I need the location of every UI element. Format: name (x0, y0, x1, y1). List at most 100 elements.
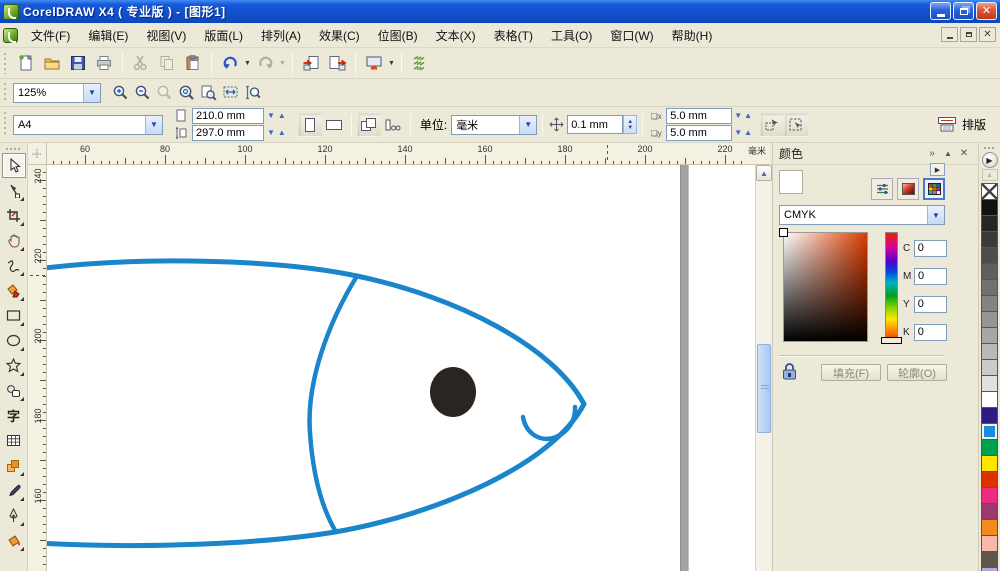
nudge-spinner[interactable]: ▲▼ (623, 115, 637, 134)
color-picker-marker[interactable] (779, 228, 788, 237)
channel-k-field[interactable]: 0 (914, 324, 947, 341)
palette-swatch[interactable] (981, 279, 998, 296)
doc-minimize-button[interactable] (941, 27, 958, 42)
combo-dropdown-icon[interactable]: ▼ (83, 84, 100, 102)
palette-swatch[interactable] (981, 567, 998, 571)
zoom-level-combo[interactable]: 125% ▼ (13, 83, 101, 103)
doc-close-button[interactable]: ✕ (979, 27, 996, 42)
zoom-to-page-height-button[interactable] (241, 82, 263, 104)
palette-swatch[interactable] (981, 391, 998, 408)
close-button[interactable]: ✕ (976, 2, 997, 20)
zoom-to-selection-button[interactable] (153, 82, 175, 104)
spin-up-icon[interactable]: ▲ (744, 129, 752, 137)
channel-m-field[interactable]: 0 (914, 268, 947, 285)
palette-swatch[interactable] (981, 375, 998, 392)
tool-blend-button[interactable] (2, 453, 26, 478)
docker-collapse-icon[interactable]: ▲ (940, 146, 956, 162)
palette-swatch[interactable] (981, 247, 998, 264)
horizontal-ruler[interactable]: 毫米 6080100120140160180200220 (47, 143, 770, 165)
palette-swatch[interactable] (981, 263, 998, 280)
spin-down-icon[interactable]: ▼ (267, 129, 275, 137)
palette-swatch[interactable] (981, 311, 998, 328)
doc-restore-button[interactable] (960, 27, 977, 42)
tool-basic-shapes-button[interactable] (2, 378, 26, 403)
launcher-dropdown-arrow[interactable]: ▼ (387, 52, 396, 74)
fill-button[interactable]: 填充(F) (821, 364, 881, 381)
toolbar-grip[interactable] (2, 83, 9, 102)
current-page-button[interactable] (381, 113, 405, 137)
palette-swatch[interactable] (981, 359, 998, 376)
combo-dropdown-icon[interactable]: ▼ (519, 116, 536, 134)
palette-swatch[interactable] (981, 215, 998, 232)
color-sliders-button[interactable] (871, 178, 893, 200)
zoom-to-page-button[interactable] (197, 82, 219, 104)
spin-up-icon[interactable]: ▲ (744, 112, 752, 120)
menu-effects[interactable]: 效果(C) (310, 24, 369, 47)
tool-table-button[interactable] (2, 428, 26, 453)
palette-swatch[interactable] (981, 407, 998, 424)
toolbar-grip[interactable] (2, 53, 9, 74)
document-icon[interactable] (3, 28, 18, 43)
outline-button[interactable]: 轮廓(O) (887, 364, 947, 381)
palette-swatch[interactable] (981, 535, 998, 552)
restore-button[interactable] (953, 2, 974, 20)
palette-swatch[interactable] (981, 503, 998, 520)
palette-swatch[interactable] (981, 455, 998, 472)
palette-swatch[interactable] (981, 231, 998, 248)
palette-swatch[interactable] (981, 295, 998, 312)
palette-swatch[interactable] (981, 471, 998, 488)
menu-edit[interactable]: 编辑(E) (79, 24, 137, 47)
application-launcher-button[interactable] (361, 50, 387, 76)
landscape-orientation-button[interactable] (322, 113, 346, 137)
no-color-swatch[interactable] (981, 183, 998, 200)
tool-freehand-button[interactable] (2, 253, 26, 278)
tool-rectangle-button[interactable] (2, 303, 26, 328)
menu-table[interactable]: 表格(T) (485, 24, 542, 47)
open-button[interactable] (39, 50, 65, 76)
menu-text[interactable]: 文本(X) (427, 24, 485, 47)
drawing-canvas[interactable] (47, 165, 755, 571)
toolbox-grip[interactable] (6, 145, 21, 153)
palette-swatch[interactable] (981, 439, 998, 456)
hue-slider-handle[interactable] (881, 337, 902, 344)
palette-grip[interactable] (984, 145, 995, 150)
palette-flyout-button[interactable]: ▶ (982, 152, 998, 168)
fish-gill-curve[interactable] (310, 276, 357, 532)
tool-eyedropper-button[interactable] (2, 478, 26, 503)
print-button[interactable] (91, 50, 117, 76)
layout-toolbar-button[interactable]: 排版 (931, 114, 992, 135)
vertical-scrollbar[interactable]: ▲ (755, 165, 771, 571)
spin-down-icon[interactable]: ▼ (734, 112, 742, 120)
undo-button[interactable] (217, 50, 243, 76)
copy-button[interactable] (154, 50, 180, 76)
menu-help[interactable]: 帮助(H) (663, 24, 722, 47)
palette-swatch[interactable] (981, 343, 998, 360)
docker-flyout-button[interactable]: ▶ (930, 163, 945, 176)
tool-smart-fill-button[interactable] (2, 278, 26, 303)
export-button[interactable] (324, 50, 350, 76)
docker-close-icon[interactable]: ✕ (956, 146, 972, 162)
menu-tools[interactable]: 工具(O) (542, 24, 601, 47)
palette-swatch[interactable] (981, 327, 998, 344)
palette-swatch-selected[interactable] (981, 423, 998, 440)
duplicate-x-field[interactable]: 5.0 mm (666, 108, 732, 124)
paper-height-field[interactable]: 297.0 mm (192, 125, 264, 141)
color-palette-button[interactable] (923, 178, 945, 200)
menu-layout[interactable]: 版面(L) (195, 24, 252, 47)
paper-width-field[interactable]: 210.0 mm (192, 108, 264, 124)
docker-chevrons-icon[interactable]: » (924, 146, 940, 162)
zoom-to-page-width-button[interactable] (219, 82, 241, 104)
hue-slider[interactable] (885, 232, 898, 342)
tool-shape-button[interactable] (2, 178, 26, 203)
palette-scroll-up-button[interactable]: ▲ (982, 169, 998, 181)
channel-c-field[interactable]: 0 (914, 240, 947, 257)
redo-button[interactable] (252, 50, 278, 76)
spin-up-icon[interactable]: ▲ (278, 112, 286, 120)
nudge-offset-field[interactable]: 0.1 mm (567, 115, 623, 134)
combo-dropdown-icon[interactable]: ▼ (145, 116, 162, 134)
toolbar-grip[interactable] (2, 112, 9, 137)
fish-eye[interactable] (430, 367, 476, 417)
zoom-to-all-objects-button[interactable] (175, 82, 197, 104)
fish-mouth-curve[interactable] (523, 407, 575, 439)
spin-down-icon[interactable]: ▼ (267, 112, 275, 120)
